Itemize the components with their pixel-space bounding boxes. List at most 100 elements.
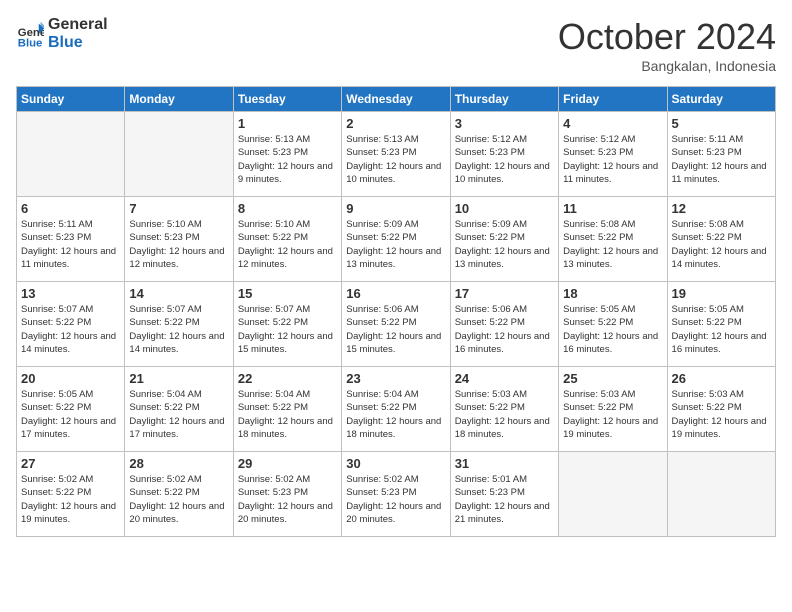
day-info: Sunrise: 5:01 AMSunset: 5:23 PMDaylight:… bbox=[455, 473, 554, 526]
calendar-cell: 15 Sunrise: 5:07 AMSunset: 5:22 PMDayligh… bbox=[233, 282, 341, 367]
day-info: Sunrise: 5:08 AMSunset: 5:22 PMDaylight:… bbox=[672, 218, 771, 271]
weekday-header-friday: Friday bbox=[559, 87, 667, 112]
day-info: Sunrise: 5:04 AMSunset: 5:22 PMDaylight:… bbox=[238, 388, 337, 441]
day-number: 25 bbox=[563, 371, 662, 386]
calendar-table: SundayMondayTuesdayWednesdayThursdayFrid… bbox=[16, 86, 776, 537]
day-number: 6 bbox=[21, 201, 120, 216]
logo-icon: General Blue bbox=[16, 20, 44, 48]
calendar-week-1: 6 Sunrise: 5:11 AMSunset: 5:23 PMDaylight… bbox=[17, 197, 776, 282]
day-number: 1 bbox=[238, 116, 337, 131]
day-number: 14 bbox=[129, 286, 228, 301]
day-info: Sunrise: 5:03 AMSunset: 5:22 PMDaylight:… bbox=[672, 388, 771, 441]
day-number: 15 bbox=[238, 286, 337, 301]
calendar-cell: 25 Sunrise: 5:03 AMSunset: 5:22 PMDayligh… bbox=[559, 367, 667, 452]
day-info: Sunrise: 5:10 AMSunset: 5:23 PMDaylight:… bbox=[129, 218, 228, 271]
calendar-cell: 27 Sunrise: 5:02 AMSunset: 5:22 PMDayligh… bbox=[17, 452, 125, 537]
day-number: 8 bbox=[238, 201, 337, 216]
calendar-cell: 8Sunrise: 5:10 AMSunset: 5:22 PMDaylight… bbox=[233, 197, 341, 282]
weekday-header-sunday: Sunday bbox=[17, 87, 125, 112]
calendar-body: 1 Sunrise: 5:13 AMSunset: 5:23 PMDaylight… bbox=[17, 112, 776, 537]
day-info: Sunrise: 5:02 AMSunset: 5:23 PMDaylight:… bbox=[238, 473, 337, 526]
calendar-cell: 23Sunrise: 5:04 AMSunset: 5:22 PMDayligh… bbox=[342, 367, 450, 452]
day-number: 29 bbox=[238, 456, 337, 471]
calendar-cell: 26Sunrise: 5:03 AMSunset: 5:22 PMDayligh… bbox=[667, 367, 775, 452]
calendar-cell bbox=[667, 452, 775, 537]
calendar-cell: 20Sunrise: 5:05 AMSunset: 5:22 PMDayligh… bbox=[17, 367, 125, 452]
day-number: 17 bbox=[455, 286, 554, 301]
day-info: Sunrise: 5:11 AMSunset: 5:23 PMDaylight:… bbox=[21, 218, 120, 271]
calendar-cell: 9 Sunrise: 5:09 AMSunset: 5:22 PMDaylight… bbox=[342, 197, 450, 282]
title-block: October 2024 Bangkalan, Indonesia bbox=[558, 16, 776, 74]
day-info: Sunrise: 5:12 AMSunset: 5:23 PMDaylight:… bbox=[455, 133, 554, 186]
day-number: 4 bbox=[563, 116, 662, 131]
calendar-cell: 29 Sunrise: 5:02 AMSunset: 5:23 PMDayligh… bbox=[233, 452, 341, 537]
day-number: 21 bbox=[129, 371, 228, 386]
day-number: 27 bbox=[21, 456, 120, 471]
calendar-week-4: 27 Sunrise: 5:02 AMSunset: 5:22 PMDayligh… bbox=[17, 452, 776, 537]
day-info: Sunrise: 5:06 AMSunset: 5:22 PMDaylight:… bbox=[346, 303, 445, 356]
day-info: Sunrise: 5:02 AMSunset: 5:22 PMDaylight:… bbox=[129, 473, 228, 526]
month-title: October 2024 bbox=[558, 16, 776, 58]
calendar-cell: 28 Sunrise: 5:02 AMSunset: 5:22 PMDayligh… bbox=[125, 452, 233, 537]
calendar-cell: 19Sunrise: 5:05 AMSunset: 5:22 PMDayligh… bbox=[667, 282, 775, 367]
weekday-header-wednesday: Wednesday bbox=[342, 87, 450, 112]
day-info: Sunrise: 5:11 AMSunset: 5:23 PMDaylight:… bbox=[672, 133, 771, 186]
day-info: Sunrise: 5:09 AMSunset: 5:22 PMDaylight:… bbox=[346, 218, 445, 271]
calendar-cell: 14 Sunrise: 5:07 AMSunset: 5:22 PMDayligh… bbox=[125, 282, 233, 367]
location: Bangkalan, Indonesia bbox=[558, 58, 776, 74]
day-info: Sunrise: 5:02 AMSunset: 5:22 PMDaylight:… bbox=[21, 473, 120, 526]
day-info: Sunrise: 5:03 AMSunset: 5:22 PMDaylight:… bbox=[455, 388, 554, 441]
day-info: Sunrise: 5:03 AMSunset: 5:22 PMDaylight:… bbox=[563, 388, 662, 441]
svg-text:Blue: Blue bbox=[18, 37, 43, 48]
calendar-cell: 11 Sunrise: 5:08 AMSunset: 5:22 PMDayligh… bbox=[559, 197, 667, 282]
day-info: Sunrise: 5:08 AMSunset: 5:22 PMDaylight:… bbox=[563, 218, 662, 271]
day-number: 5 bbox=[672, 116, 771, 131]
day-number: 12 bbox=[672, 201, 771, 216]
calendar-cell: 21 Sunrise: 5:04 AMSunset: 5:22 PMDayligh… bbox=[125, 367, 233, 452]
day-info: Sunrise: 5:06 AMSunset: 5:22 PMDaylight:… bbox=[455, 303, 554, 356]
day-number: 2 bbox=[346, 116, 445, 131]
day-info: Sunrise: 5:07 AMSunset: 5:22 PMDaylight:… bbox=[238, 303, 337, 356]
day-number: 13 bbox=[21, 286, 120, 301]
calendar-cell: 24 Sunrise: 5:03 AMSunset: 5:22 PMDayligh… bbox=[450, 367, 558, 452]
day-number: 9 bbox=[346, 201, 445, 216]
weekday-header-thursday: Thursday bbox=[450, 87, 558, 112]
day-info: Sunrise: 5:13 AMSunset: 5:23 PMDaylight:… bbox=[346, 133, 445, 186]
logo-text-blue: Blue bbox=[48, 34, 108, 52]
calendar-cell bbox=[559, 452, 667, 537]
day-number: 11 bbox=[563, 201, 662, 216]
day-info: Sunrise: 5:07 AMSunset: 5:22 PMDaylight:… bbox=[129, 303, 228, 356]
calendar-cell bbox=[125, 112, 233, 197]
calendar-cell: 13 Sunrise: 5:07 AMSunset: 5:22 PMDayligh… bbox=[17, 282, 125, 367]
day-number: 3 bbox=[455, 116, 554, 131]
day-number: 31 bbox=[455, 456, 554, 471]
calendar-cell: 2 Sunrise: 5:13 AMSunset: 5:23 PMDaylight… bbox=[342, 112, 450, 197]
calendar-cell: 18Sunrise: 5:05 AMSunset: 5:22 PMDayligh… bbox=[559, 282, 667, 367]
calendar-cell: 5 Sunrise: 5:11 AMSunset: 5:23 PMDaylight… bbox=[667, 112, 775, 197]
calendar-cell: 12 Sunrise: 5:08 AMSunset: 5:22 PMDayligh… bbox=[667, 197, 775, 282]
calendar-cell: 22 Sunrise: 5:04 AMSunset: 5:22 PMDayligh… bbox=[233, 367, 341, 452]
day-info: Sunrise: 5:13 AMSunset: 5:23 PMDaylight:… bbox=[238, 133, 337, 186]
calendar-week-2: 13 Sunrise: 5:07 AMSunset: 5:22 PMDayligh… bbox=[17, 282, 776, 367]
calendar-cell: 4Sunrise: 5:12 AMSunset: 5:23 PMDaylight… bbox=[559, 112, 667, 197]
day-info: Sunrise: 5:07 AMSunset: 5:22 PMDaylight:… bbox=[21, 303, 120, 356]
day-info: Sunrise: 5:04 AMSunset: 5:22 PMDaylight:… bbox=[129, 388, 228, 441]
logo-text-general: General bbox=[48, 16, 108, 34]
day-info: Sunrise: 5:05 AMSunset: 5:22 PMDaylight:… bbox=[672, 303, 771, 356]
day-number: 10 bbox=[455, 201, 554, 216]
calendar-cell bbox=[17, 112, 125, 197]
day-number: 18 bbox=[563, 286, 662, 301]
weekday-header-monday: Monday bbox=[125, 87, 233, 112]
calendar-cell: 30 Sunrise: 5:02 AMSunset: 5:23 PMDayligh… bbox=[342, 452, 450, 537]
calendar-cell: 16Sunrise: 5:06 AMSunset: 5:22 PMDayligh… bbox=[342, 282, 450, 367]
day-number: 22 bbox=[238, 371, 337, 386]
calendar-cell: 7Sunrise: 5:10 AMSunset: 5:23 PMDaylight… bbox=[125, 197, 233, 282]
day-number: 30 bbox=[346, 456, 445, 471]
weekday-header-tuesday: Tuesday bbox=[233, 87, 341, 112]
day-info: Sunrise: 5:05 AMSunset: 5:22 PMDaylight:… bbox=[21, 388, 120, 441]
calendar-cell: 17 Sunrise: 5:06 AMSunset: 5:22 PMDayligh… bbox=[450, 282, 558, 367]
page-header: General Blue General Blue October 2024 B… bbox=[16, 16, 776, 74]
day-info: Sunrise: 5:02 AMSunset: 5:23 PMDaylight:… bbox=[346, 473, 445, 526]
day-number: 24 bbox=[455, 371, 554, 386]
day-number: 28 bbox=[129, 456, 228, 471]
